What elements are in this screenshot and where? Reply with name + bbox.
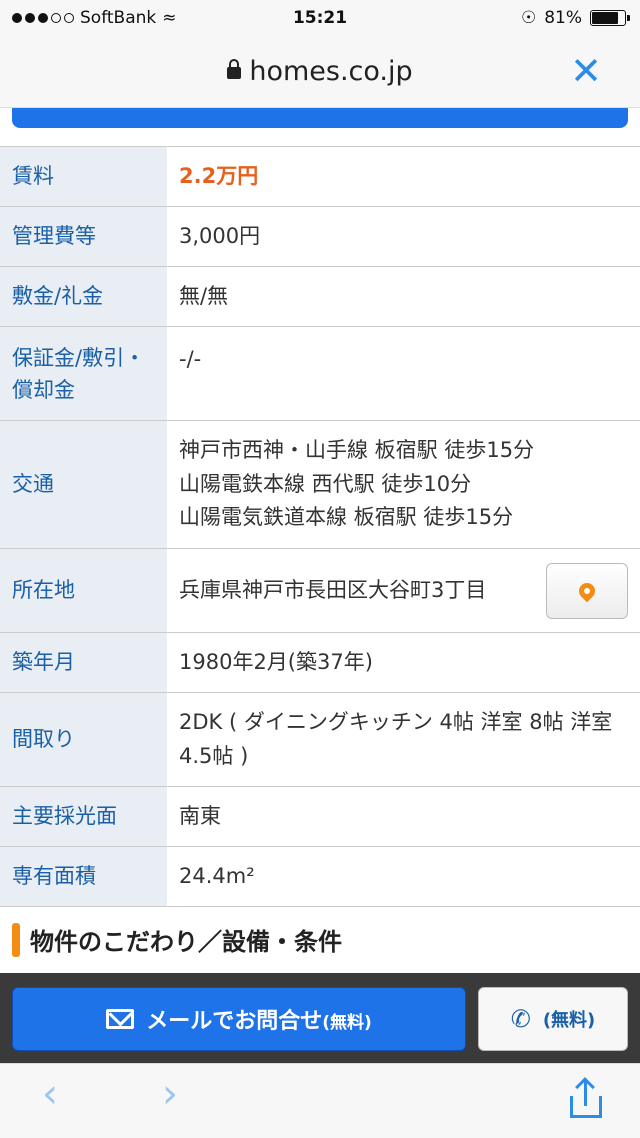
status-bar: SoftBank ≈ 15:21 ☉ 81% — [0, 0, 640, 38]
row-label: 管理費等 — [0, 207, 167, 266]
share-icon[interactable] — [570, 1077, 602, 1118]
address-value: 兵庫県神戸市長田区大谷町3丁目 — [179, 577, 487, 602]
transit-line: 山陽電気鉄道本線 板宿駅 徒歩15分 — [179, 505, 514, 530]
lock-icon — [227, 59, 242, 79]
row-label: 専有面積 — [0, 847, 167, 906]
row-label: 保証金/敷引・償却金 — [0, 327, 167, 420]
table-row: 管理費等 3,000円 — [0, 207, 640, 267]
table-row: 専有面積 24.4m² — [0, 847, 640, 907]
contact-bar: メールでお問合せ(無料) ✆ (無料) — [0, 973, 640, 1063]
row-label: 賃料 — [0, 147, 167, 206]
row-label: 築年月 — [0, 633, 167, 692]
map-pin-icon — [575, 579, 599, 602]
table-row: 敷金/礼金 無/無 — [0, 267, 640, 327]
section-title: 物件のこだわり／設備・条件 — [30, 928, 342, 956]
rent-value: 2.2万円 — [179, 163, 259, 188]
close-icon[interactable]: ✕ — [570, 52, 602, 90]
battery-icon — [590, 10, 630, 26]
mail-free-label: (無料) — [322, 1013, 372, 1033]
partial-blue-button[interactable] — [12, 108, 628, 128]
transit-line: 神戸市西神・山手線 板宿駅 徒歩15分 — [179, 438, 535, 463]
property-details-table: 賃料 2.2万円 管理費等 3,000円 敷金/礼金 無/無 保証金/敷引・償却… — [0, 146, 640, 907]
transit-line: 山陽電鉄本線 西代駅 徒歩10分 — [179, 471, 472, 496]
table-row: 所在地 兵庫県神戸市長田区大谷町3丁目 — [0, 549, 640, 633]
section-heading: 物件のこだわり／設備・条件 — [12, 922, 342, 957]
row-value: 24.4m² — [179, 863, 255, 888]
row-label: 主要採光面 — [0, 787, 167, 846]
row-value: -/- — [179, 347, 202, 371]
rotation-lock-icon: ☉ — [520, 8, 537, 28]
heading-accent — [12, 922, 20, 957]
row-value: 3,000円 — [179, 223, 261, 248]
row-value: 南東 — [179, 803, 221, 828]
row-value: 1980年2月(築37年) — [179, 649, 373, 674]
mail-inquiry-button[interactable]: メールでお問合せ(無料) — [12, 987, 466, 1051]
row-label: 間取り — [0, 693, 167, 786]
table-row: 築年月 1980年2月(築37年) — [0, 633, 640, 693]
back-icon[interactable]: ‹ — [42, 1074, 58, 1114]
table-row: 間取り 2DK ( ダイニングキッチン 4帖 洋室 8帖 洋室 4.5帖 ) — [0, 693, 640, 787]
tel-free-label: (無料) — [542, 1010, 596, 1031]
row-label: 敷金/礼金 — [0, 267, 167, 326]
table-row: 主要採光面 南東 — [0, 787, 640, 847]
mail-label: メールでお問合せ — [146, 1009, 323, 1034]
phone-icon: ✆ — [510, 1005, 531, 1033]
table-row: 保証金/敷引・償却金 -/- — [0, 327, 640, 421]
row-value: 無/無 — [179, 283, 229, 308]
url-display[interactable]: homes.co.jp — [0, 56, 640, 87]
forward-icon[interactable]: › — [162, 1074, 178, 1114]
table-row: 交通 神戸市西神・山手線 板宿駅 徒歩15分 山陽電鉄本線 西代駅 徒歩10分 … — [0, 421, 640, 549]
phone-inquiry-button[interactable]: ✆ (無料) — [478, 987, 628, 1051]
table-row: 賃料 2.2万円 — [0, 147, 640, 207]
battery-info: ☉ 81% — [520, 8, 630, 28]
row-label: 所在地 — [0, 549, 167, 632]
browser-url-bar[interactable]: homes.co.jp ✕ — [0, 38, 640, 108]
domain-text: homes.co.jp — [249, 56, 413, 87]
mail-icon — [106, 1009, 135, 1029]
battery-percent: 81% — [544, 8, 582, 28]
map-button[interactable] — [546, 562, 628, 619]
row-label: 交通 — [0, 421, 167, 548]
row-value: 2DK ( ダイニングキッチン 4帖 洋室 8帖 洋室 4.5帖 ) — [179, 709, 613, 768]
browser-toolbar: ‹ › — [0, 1063, 640, 1138]
